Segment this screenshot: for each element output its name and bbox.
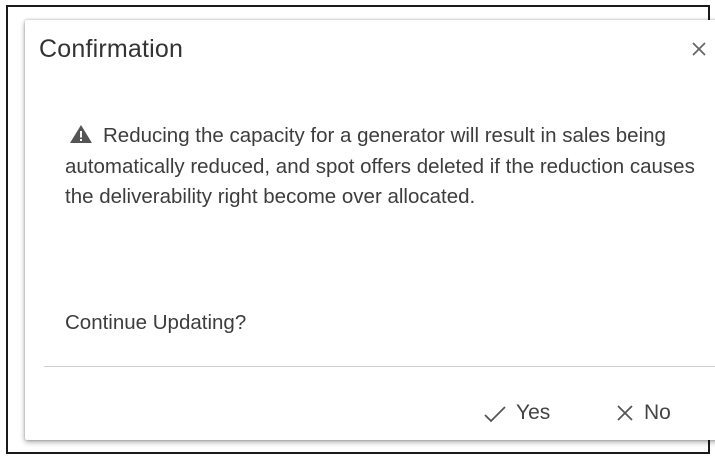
no-button-label: No: [644, 401, 671, 424]
close-icon: [617, 405, 633, 421]
close-button[interactable]: [686, 36, 712, 62]
dialog-question: Continue Updating?: [65, 311, 247, 334]
warning-triangle-icon: [70, 125, 92, 143]
dialog-title: Confirmation: [39, 35, 184, 63]
yes-button-label: Yes: [516, 401, 551, 424]
close-icon: [692, 42, 706, 56]
yes-button[interactable]: Yes: [482, 401, 550, 425]
dialog-message-block: Reducing the capacity for a generator wi…: [65, 121, 701, 213]
check-icon: [484, 406, 506, 423]
confirmation-dialog: Confirmation Reducing the capacity for a…: [25, 20, 715, 440]
dialog-header: Confirmation: [25, 20, 715, 78]
dialog-footer: Yes No: [25, 367, 715, 440]
no-button[interactable]: No: [614, 401, 671, 425]
dialog-message: Reducing the capacity for a generator wi…: [65, 124, 695, 208]
